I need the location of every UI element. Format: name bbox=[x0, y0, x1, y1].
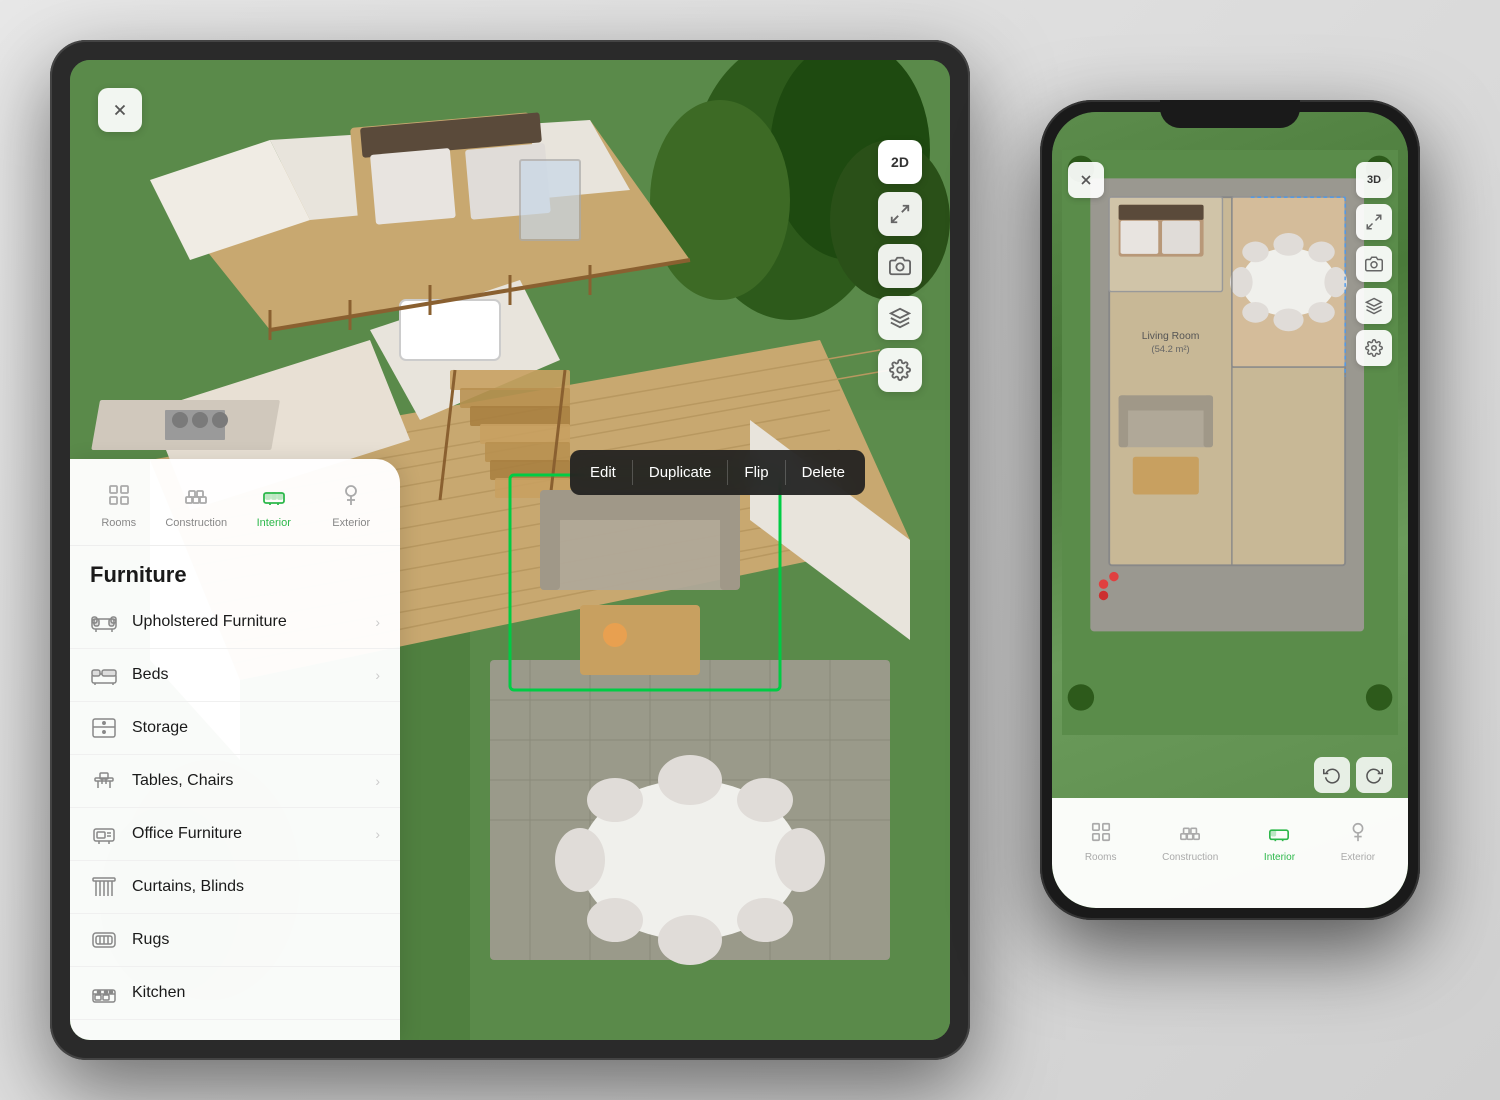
furniture-item-storage-label: Storage bbox=[132, 719, 380, 737]
duplicate-button[interactable]: Duplicate bbox=[633, 458, 728, 487]
kitchen-icon bbox=[90, 979, 118, 1007]
tablet-device: Edit Duplicate Flip Delete bbox=[50, 40, 970, 1060]
tab-rooms[interactable]: Rooms bbox=[82, 475, 156, 537]
phone-nav-interior-label: Interior bbox=[1264, 852, 1295, 863]
phone-nav-construction-icon bbox=[1179, 821, 1201, 849]
phone-notch bbox=[1160, 100, 1300, 128]
furniture-item-storage[interactable]: Storage bbox=[70, 702, 400, 755]
tab-interior-label: Interior bbox=[257, 517, 291, 529]
furniture-section-title: Furniture bbox=[70, 546, 400, 596]
fullscreen-button[interactable] bbox=[878, 192, 922, 236]
furniture-item-beds-label: Beds bbox=[132, 666, 361, 684]
furniture-item-rugs[interactable]: Rugs bbox=[70, 914, 400, 967]
phone-nav-exterior[interactable]: Exterior bbox=[1341, 821, 1375, 863]
tab-interior[interactable]: Interior bbox=[237, 475, 311, 537]
chevron-icon-3: › bbox=[375, 773, 380, 789]
storage-icon bbox=[90, 714, 118, 742]
tablet-screen: Edit Duplicate Flip Delete bbox=[70, 60, 950, 1040]
tab-rooms-label: Rooms bbox=[101, 517, 136, 529]
phone-nav-construction[interactable]: Construction bbox=[1162, 821, 1218, 863]
house-3d-render: Edit Duplicate Flip Delete bbox=[70, 60, 950, 1040]
phone-nav-construction-label: Construction bbox=[1162, 852, 1218, 863]
phone-bottom-nav: Rooms Construction bbox=[1052, 798, 1408, 908]
svg-text:Living Room: Living Room bbox=[1142, 331, 1200, 342]
phone-redo-button[interactable] bbox=[1356, 757, 1392, 793]
phone-nav-interior-icon bbox=[1268, 821, 1290, 849]
phone-nav-exterior-icon bbox=[1347, 821, 1369, 849]
furniture-item-kitchen[interactable]: Kitchen bbox=[70, 967, 400, 1020]
phone-device: Living Room (54.2 m²) bbox=[1040, 100, 1420, 920]
furniture-item-beds[interactable]: Beds › bbox=[70, 649, 400, 702]
tab-construction[interactable]: Construction bbox=[160, 475, 234, 537]
chevron-icon-0: › bbox=[375, 614, 380, 630]
furniture-item-kitchen-label: Kitchen bbox=[132, 984, 380, 1002]
phone-fullscreen-button[interactable] bbox=[1356, 204, 1392, 240]
phone-undo-redo bbox=[1314, 757, 1392, 793]
furniture-item-upholstered-label: Upholstered Furniture bbox=[132, 613, 361, 631]
settings-button[interactable] bbox=[878, 348, 922, 392]
phone-view-mode-button[interactable]: 3D bbox=[1356, 162, 1392, 198]
flip-button[interactable]: Flip bbox=[728, 458, 784, 487]
category-tabs: Rooms bbox=[70, 459, 400, 546]
furniture-item-rugs-label: Rugs bbox=[132, 931, 380, 949]
layers-button[interactable] bbox=[878, 296, 922, 340]
chevron-icon-1: › bbox=[375, 667, 380, 683]
tab-construction-label: Construction bbox=[165, 517, 227, 529]
phone-nav-rooms-label: Rooms bbox=[1085, 852, 1117, 863]
construction-icon bbox=[184, 483, 208, 513]
edit-button[interactable]: Edit bbox=[574, 458, 632, 487]
furniture-panel: Rooms bbox=[70, 459, 400, 1040]
furniture-item-office-label: Office Furniture bbox=[132, 825, 361, 843]
view-mode-button[interactable]: 2D bbox=[878, 140, 922, 184]
furniture-item-upholstered[interactable]: Upholstered Furniture › bbox=[70, 596, 400, 649]
furniture-item-curtains[interactable]: Curtains, Blinds bbox=[70, 861, 400, 914]
rugs-icon bbox=[90, 926, 118, 954]
tab-exterior-label: Exterior bbox=[332, 517, 370, 529]
phone-nav-rooms[interactable]: Rooms bbox=[1085, 821, 1117, 863]
scene: Edit Duplicate Flip Delete bbox=[0, 0, 1500, 1100]
phone-nav-rooms-icon bbox=[1090, 821, 1112, 849]
interior-icon bbox=[262, 483, 286, 513]
furniture-list: Upholstered Furniture › bbox=[70, 596, 400, 1020]
furniture-item-curtains-label: Curtains, Blinds bbox=[132, 878, 380, 896]
phone-layers-button[interactable] bbox=[1356, 288, 1392, 324]
phone-settings-button[interactable] bbox=[1356, 330, 1392, 366]
furniture-item-tables[interactable]: Tables, Chairs › bbox=[70, 755, 400, 808]
rooms-icon bbox=[107, 483, 131, 513]
phone-nav-exterior-label: Exterior bbox=[1341, 852, 1375, 863]
furniture-item-tables-label: Tables, Chairs bbox=[132, 772, 361, 790]
exterior-icon bbox=[339, 483, 363, 513]
phone-nav-interior[interactable]: Interior bbox=[1264, 821, 1295, 863]
phone-close-button[interactable] bbox=[1068, 162, 1104, 198]
beds-icon bbox=[90, 661, 118, 689]
context-menu: Edit Duplicate Flip Delete bbox=[570, 450, 865, 495]
camera-button[interactable] bbox=[878, 244, 922, 288]
phone-undo-button[interactable] bbox=[1314, 757, 1350, 793]
delete-button[interactable]: Delete bbox=[786, 458, 861, 487]
svg-text:(54.2 m²): (54.2 m²) bbox=[1151, 343, 1189, 354]
chevron-icon-4: › bbox=[375, 826, 380, 842]
office-icon bbox=[90, 820, 118, 848]
tab-exterior[interactable]: Exterior bbox=[315, 475, 389, 537]
curtains-icon bbox=[90, 873, 118, 901]
upholstered-icon bbox=[90, 608, 118, 636]
furniture-item-office[interactable]: Office Furniture › bbox=[70, 808, 400, 861]
phone-toolbar: 3D bbox=[1356, 162, 1392, 366]
tablet-toolbar: 2D bbox=[878, 140, 922, 392]
phone-camera-button[interactable] bbox=[1356, 246, 1392, 282]
tables-icon bbox=[90, 767, 118, 795]
phone-screen: Living Room (54.2 m²) bbox=[1052, 112, 1408, 908]
tablet-close-button[interactable] bbox=[98, 88, 142, 132]
